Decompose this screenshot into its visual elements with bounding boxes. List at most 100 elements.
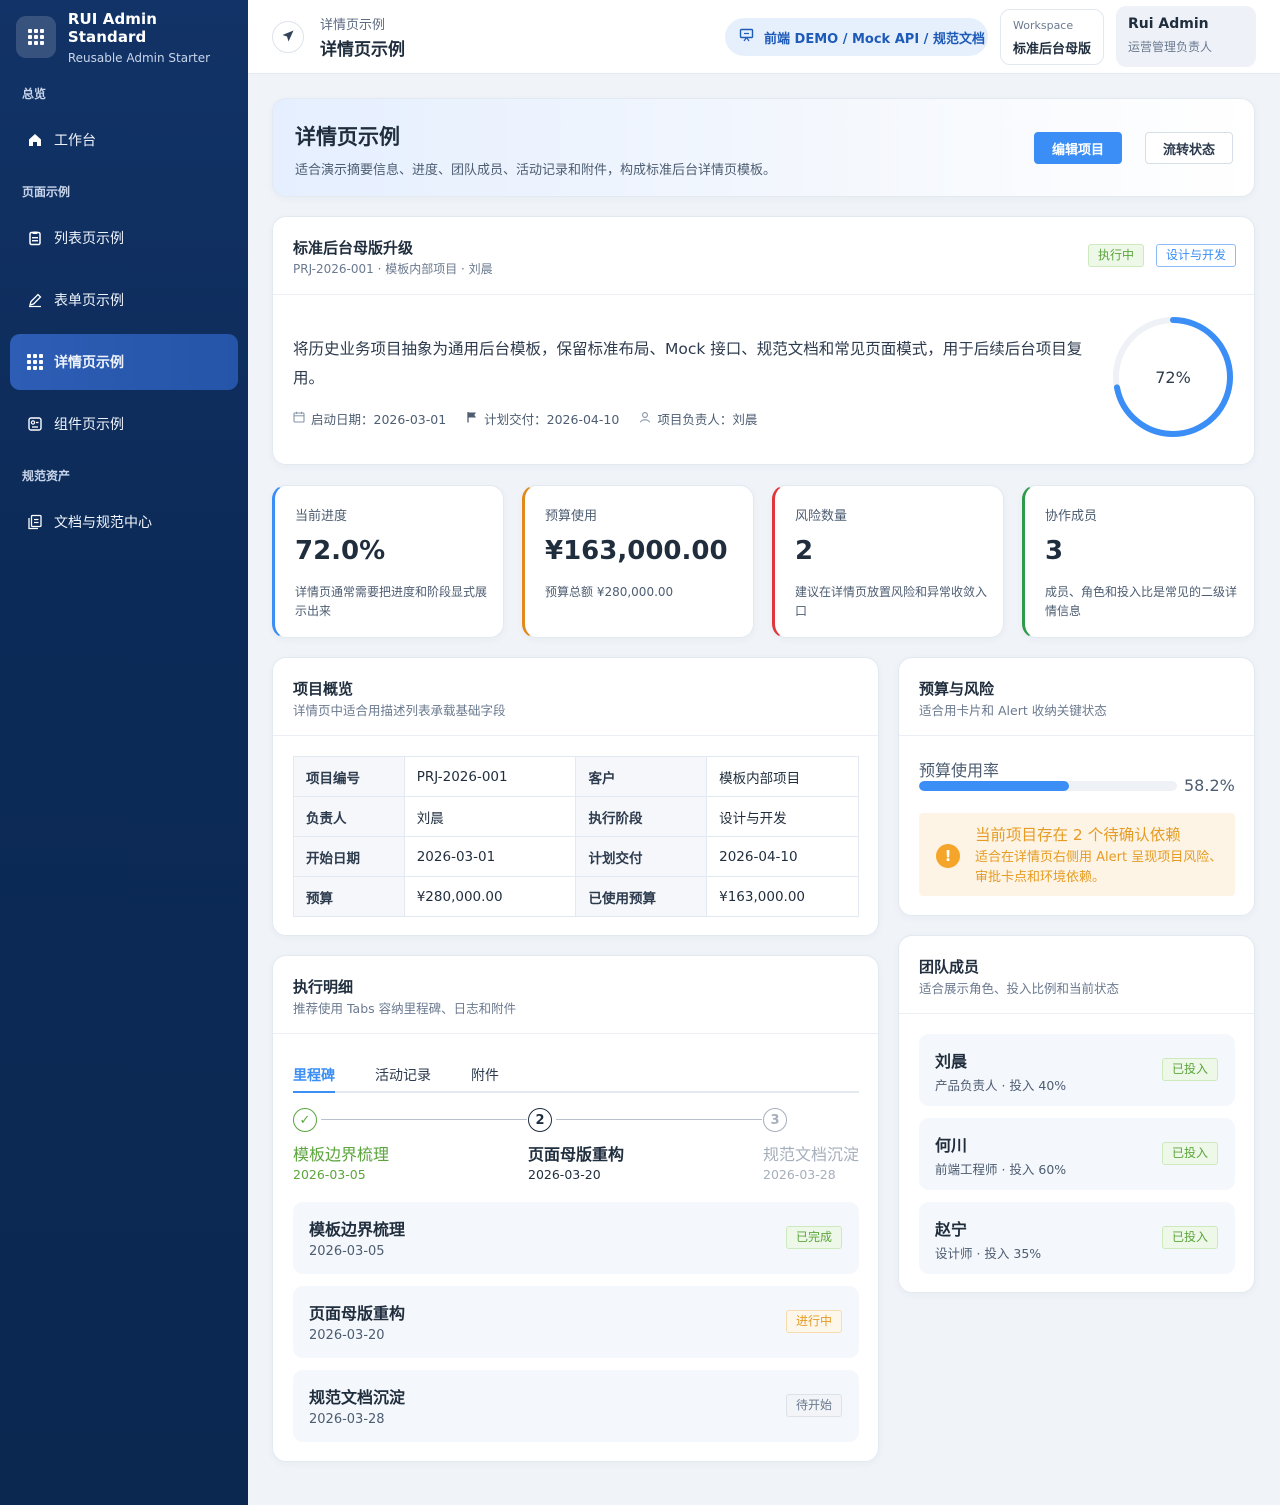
list-item[interactable]: 规范文档沉淀 2026-03-28 待开始: [293, 1370, 859, 1442]
stat-label: 当前进度: [295, 509, 348, 524]
nav-group-pages: 页面示例: [22, 185, 71, 199]
stat-note: 建议在详情页放置风险和异常收敛入口: [795, 585, 988, 618]
project-facts: 启动日期：2026-03-01 计划交付：2026-04-10 项目负责人：刘晨: [293, 409, 777, 428]
workspace-switcher[interactable]: Workspace 标准后台母版: [1000, 9, 1104, 65]
pen-icon: [26, 291, 44, 309]
table-row: 负责人 刘晨 执行阶段 设计与开发: [293, 796, 859, 837]
field-value: ¥280,000.00: [403, 876, 577, 917]
status-badge: 已投入: [1162, 1226, 1219, 1249]
field-value: 设计与开发: [706, 796, 859, 837]
step-number: 3: [763, 1108, 787, 1132]
budget-subtitle: 适合用卡片和 Alert 收纳关键状态: [919, 703, 1107, 718]
list-item[interactable]: 何川 前端工程师 · 投入 60% 已投入: [919, 1118, 1235, 1190]
demo-pill-label: 前端 DEMO / Mock API / 规范文档: [764, 31, 985, 47]
list-item[interactable]: 页面母版重构 2026-03-20 进行中: [293, 1286, 859, 1358]
milestone-date: 2026-03-05: [309, 1244, 385, 1259]
field-value: ¥163,000.00: [706, 876, 859, 917]
sidebar-item-label: 工作台: [54, 133, 96, 149]
member-role: 产品负责人 · 投入 40%: [935, 1078, 1067, 1093]
budget-rate-text: 58.2%: [1184, 776, 1235, 795]
overview-title: 项目概览: [293, 680, 354, 698]
overview-subtitle: 详情页中适合用描述列表承载基础字段: [293, 703, 506, 718]
brand-title: RUI Admin Standard: [67, 9, 158, 46]
navigate-button[interactable]: [272, 21, 304, 53]
step-title: 规范文档沉淀: [763, 1145, 860, 1164]
flag-icon: [466, 411, 478, 426]
milestone-title: 模板边界梳理: [309, 1220, 406, 1239]
stat-card-progress: 当前进度 72.0% 详情页通常需要把进度和阶段显式展示出来: [272, 485, 504, 638]
workspace-name: 标准后台母版: [1013, 42, 1092, 57]
stat-note: 预算总额 ¥280,000.00: [545, 585, 674, 599]
stage-badge: 设计与开发: [1156, 244, 1237, 267]
grid-icon: [26, 353, 44, 371]
send-icon: [281, 28, 295, 47]
step-date: 2026-03-05: [293, 1167, 366, 1182]
stat-value: ¥163,000.00: [545, 536, 728, 566]
user-menu[interactable]: Rui Admin 运营管理负责人: [1116, 6, 1256, 67]
step-title: 页面母版重构: [528, 1145, 625, 1164]
workspace-label: Workspace: [1013, 19, 1074, 32]
field-label: 已使用预算: [575, 876, 708, 917]
stat-card-risk: 风险数量 2 建议在详情页放置风险和异常收敛入口: [772, 485, 1004, 638]
stat-note: 成员、角色和投入比是常见的二级详情信息: [1045, 585, 1238, 618]
description-table: 项目编号 PRJ-2026-001 客户 模板内部项目 负责人 刘晨 执行阶段 …: [293, 756, 859, 917]
sidebar-item-form[interactable]: 表单页示例: [10, 272, 238, 328]
field-label: 执行阶段: [575, 796, 708, 837]
hero-card: 详情页示例 适合演示摘要信息、进度、团队成员、活动记录和附件，构成标准后台详情页…: [272, 98, 1255, 197]
milestone-steps: ✓ 模板边界梳理 2026-03-05 2 页面母版重构 2026-03-20 …: [293, 1108, 859, 1188]
field-label: 项目编号: [293, 756, 405, 797]
stat-card-budget: 预算使用 ¥163,000.00 预算总额 ¥280,000.00: [522, 485, 754, 638]
sidebar-item-workbench[interactable]: 工作台: [10, 112, 238, 168]
milestone-date: 2026-03-20: [309, 1328, 385, 1343]
status-badge: 待开始: [786, 1394, 843, 1417]
member-name: 赵宁: [935, 1220, 968, 1239]
team-title: 团队成员: [919, 958, 980, 976]
member-name: 刘晨: [935, 1052, 968, 1071]
sidebar: RUI Admin Standard Reusable Admin Starte…: [0, 0, 248, 1505]
budget-title: 预算与风险: [919, 680, 995, 698]
field-label: 计划交付: [575, 836, 708, 877]
sidebar-item-label: 表单页示例: [54, 293, 124, 309]
nav-group-assets: 规范资产: [22, 469, 71, 483]
member-name: 何川: [935, 1136, 968, 1155]
list-item[interactable]: 赵宁 设计师 · 投入 35% 已投入: [919, 1202, 1235, 1274]
field-value: 刘晨: [403, 796, 577, 837]
edit-project-button[interactable]: 编辑项目: [1034, 132, 1122, 164]
status-badge: 已完成: [786, 1226, 843, 1249]
step-connector: [321, 1119, 527, 1120]
stat-value: 72.0%: [295, 536, 386, 566]
hero-title: 详情页示例: [295, 125, 400, 149]
fact-delivery: 计划交付：2026-04-10: [466, 409, 619, 428]
stat-label: 预算使用: [545, 509, 598, 524]
project-title: 标准后台母版升级: [293, 239, 414, 257]
sidebar-item-list[interactable]: 列表页示例: [10, 210, 238, 266]
nav-group-overview: 总览: [22, 87, 47, 101]
status-badge: 已投入: [1162, 1142, 1219, 1165]
sidebar-item-docs[interactable]: 文档与规范中心: [10, 494, 238, 550]
fact-owner-text: 项目负责人：刘晨: [657, 412, 758, 427]
divider: [273, 294, 1254, 295]
step-date: 2026-03-28: [763, 1167, 836, 1182]
calendar-icon: [293, 411, 305, 426]
step-title: 模板边界梳理: [293, 1145, 390, 1164]
transfer-status-button[interactable]: 流转状态: [1145, 132, 1233, 164]
sidebar-item-components[interactable]: 组件页示例: [10, 396, 238, 452]
tab-activity[interactable]: 活动记录: [375, 1065, 431, 1085]
sidebar-item-detail[interactable]: 详情页示例: [10, 334, 238, 390]
demo-pill[interactable]: 前端 DEMO / Mock API / 规范文档: [725, 18, 988, 56]
stat-label: 协作成员: [1045, 509, 1098, 524]
fact-owner: 项目负责人：刘晨: [639, 409, 757, 428]
sidebar-item-label: 文档与规范中心: [54, 515, 152, 531]
fact-delivery-text: 计划交付：2026-04-10: [484, 412, 620, 427]
tab-milestones[interactable]: 里程碑: [293, 1065, 335, 1085]
list-item[interactable]: 模板边界梳理 2026-03-05 已完成: [293, 1202, 859, 1274]
user-icon: [639, 411, 651, 426]
brand[interactable]: RUI Admin Standard Reusable Admin Starte…: [0, 0, 248, 74]
user-name: Rui Admin: [1128, 16, 1209, 32]
docs-icon: [26, 513, 44, 531]
table-row: 开始日期 2026-03-01 计划交付 2026-04-10: [293, 836, 859, 877]
tab-attachments[interactable]: 附件: [471, 1065, 499, 1085]
execution-title: 执行明细: [293, 978, 354, 996]
list-item[interactable]: 刘晨 产品负责人 · 投入 40% 已投入: [919, 1034, 1235, 1106]
member-role: 设计师 · 投入 35%: [935, 1246, 1042, 1261]
